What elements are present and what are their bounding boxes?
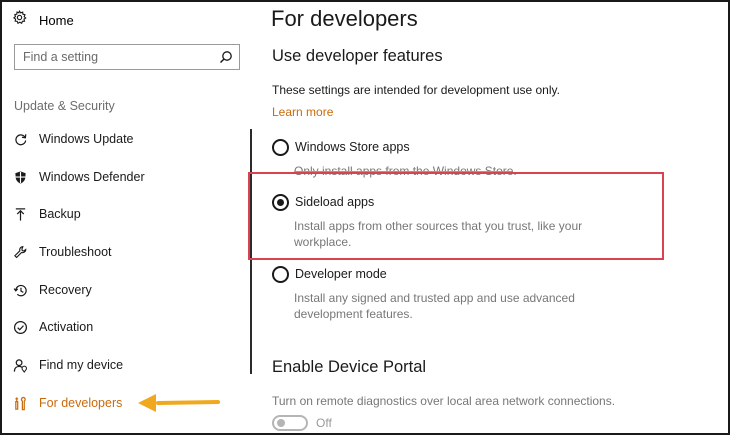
home-label: Home <box>39 12 74 28</box>
search-box[interactable] <box>14 44 240 70</box>
sidebar-item-activation[interactable]: Activation <box>10 315 230 339</box>
device-portal-heading: Enable Device Portal <box>272 358 427 376</box>
sidebar-item-find-my-device[interactable]: Find my device <box>10 353 230 377</box>
upload-icon <box>10 204 30 224</box>
highlight-box <box>248 172 664 260</box>
settings-window: Home Update & Security Windows Update <box>0 0 730 435</box>
option-description-line: Install any signed and trusted app and u… <box>294 291 575 305</box>
sidebar-item-label: Activation <box>39 320 94 334</box>
section-label: Update & Security <box>14 99 115 113</box>
option-description: Install any signed and trusted app and u… <box>294 290 614 322</box>
wrench-icon <box>10 242 30 262</box>
learn-more-link[interactable]: Learn more <box>272 105 333 119</box>
sidebar-item-label: For developers <box>39 396 123 410</box>
option-developer-mode[interactable]: Developer mode <box>272 266 387 283</box>
sidebar: Home Update & Security Windows Update <box>2 2 252 433</box>
option-label: Developer mode <box>295 267 387 281</box>
radio-developer-mode[interactable] <box>272 266 289 283</box>
sidebar-item-label: Backup <box>39 207 81 221</box>
device-portal-toggle[interactable] <box>272 415 308 431</box>
radio-windows-store-apps[interactable] <box>272 139 289 156</box>
sidebar-item-windows-defender[interactable]: Windows Defender <box>10 165 230 189</box>
sidebar-item-label: Find my device <box>39 358 124 372</box>
sidebar-home[interactable]: Home <box>12 9 74 31</box>
history-icon <box>10 280 30 300</box>
annotation-arrow <box>134 392 224 421</box>
search-input[interactable] <box>23 50 213 64</box>
person-pin-icon <box>10 355 30 375</box>
sidebar-item-label: Windows Update <box>39 132 134 146</box>
option-description-line: development features. <box>294 307 413 321</box>
sidebar-item-label: Windows Defender <box>39 170 145 184</box>
developer-features-heading: Use developer features <box>272 47 443 65</box>
refresh-icon <box>10 129 30 149</box>
option-label: Windows Store apps <box>295 140 410 154</box>
sidebar-item-label: Recovery <box>39 283 92 297</box>
option-windows-store-apps[interactable]: Windows Store apps <box>272 139 410 156</box>
device-portal-toggle-row[interactable]: Off <box>272 415 332 431</box>
device-portal-description: Turn on remote diagnostics over local ar… <box>272 394 616 408</box>
sidebar-item-label: Troubleshoot <box>39 245 112 259</box>
check-circle-icon <box>10 317 30 337</box>
toggle-state-label: Off <box>316 416 332 430</box>
shield-icon <box>10 167 30 187</box>
gear-icon <box>12 9 27 30</box>
sidebar-item-troubleshoot[interactable]: Troubleshoot <box>10 240 230 264</box>
developer-tools-icon <box>10 393 30 413</box>
sidebar-item-windows-update[interactable]: Windows Update <box>10 127 230 151</box>
sidebar-item-backup[interactable]: Backup <box>10 202 230 226</box>
sidebar-item-recovery[interactable]: Recovery <box>10 278 230 302</box>
developer-features-description: These settings are intended for developm… <box>272 83 560 97</box>
search-icon[interactable] <box>219 50 233 69</box>
page-title: For developers <box>271 6 418 31</box>
